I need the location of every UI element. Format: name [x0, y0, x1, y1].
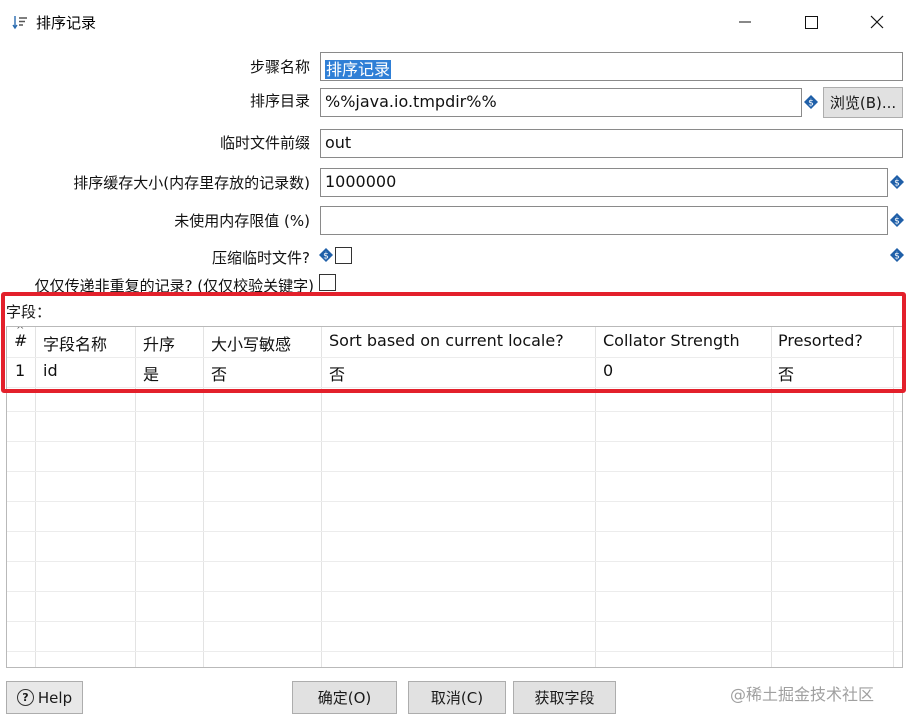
step-name-input[interactable]: 排序记录	[320, 52, 903, 81]
sort-dir-input[interactable]: %%java.io.tmpdir%%	[320, 88, 802, 117]
variable-icon[interactable]: $	[319, 248, 333, 262]
field-name-cell[interactable]: id	[43, 361, 58, 380]
maximize-button[interactable]	[788, 0, 834, 44]
svg-text:$: $	[894, 179, 900, 189]
step-name-label: 步骤名称	[249, 58, 310, 76]
temp-prefix-input[interactable]: out	[320, 129, 903, 158]
sort-icon	[12, 16, 27, 30]
browse-button[interactable]: 浏览(B)...	[823, 87, 903, 118]
variable-icon[interactable]: $	[890, 248, 904, 262]
close-icon	[870, 15, 884, 29]
fields-table[interactable]: ^ # 字段名称 升序 大小写敏感 Sort based on current …	[6, 326, 903, 668]
temp-prefix-label: 临时文件前缀	[219, 134, 310, 152]
column-header-index[interactable]: #	[14, 331, 27, 350]
row-line	[7, 357, 902, 358]
row-line	[7, 651, 902, 652]
help-button[interactable]: ? Help	[6, 681, 83, 714]
window-title: 排序记录	[36, 14, 97, 32]
row-line	[7, 501, 902, 502]
unique-rows-checkbox[interactable]	[319, 274, 336, 291]
row-line	[7, 471, 902, 472]
minimize-button[interactable]	[722, 0, 768, 44]
row-line	[7, 441, 902, 442]
variable-icon[interactable]: $	[890, 175, 904, 189]
help-icon: ?	[16, 689, 34, 706]
title-bar: 排序记录	[0, 0, 911, 44]
svg-text:$: $	[894, 217, 900, 227]
variable-icon[interactable]: $	[890, 213, 904, 227]
close-button[interactable]	[854, 0, 900, 44]
variable-icon[interactable]: $	[804, 95, 818, 109]
presorted-cell[interactable]: 否	[778, 361, 794, 385]
compress-checkbox[interactable]	[335, 247, 352, 264]
case-sensitive-cell[interactable]: 否	[211, 361, 227, 385]
column-header-locale[interactable]: Sort based on current locale?	[329, 331, 564, 350]
row-line	[7, 387, 902, 388]
row-index-cell[interactable]: 1	[15, 361, 25, 380]
sort-dir-label: 排序目录	[249, 92, 310, 110]
unique-rows-label: 仅仅传递非重复的记录? (仅仅校验关键字)	[34, 277, 314, 295]
column-divider	[322, 327, 596, 667]
ok-button[interactable]: 确定(O)	[292, 681, 397, 714]
collator-cell[interactable]: 0	[603, 361, 613, 380]
locale-cell[interactable]: 否	[329, 361, 345, 385]
column-header-case-sensitive[interactable]: 大小写敏感	[211, 331, 291, 355]
sort-size-label: 排序缓存大小(内存里存放的记录数)	[73, 174, 310, 192]
step-name-value: 排序记录	[325, 60, 392, 79]
help-label: Help	[37, 688, 73, 707]
row-line	[7, 621, 902, 622]
fields-label: 字段：	[6, 303, 52, 321]
maximize-icon	[804, 15, 818, 29]
cancel-button[interactable]: 取消(C)	[408, 681, 506, 714]
sort-size-input[interactable]: 1000000	[320, 168, 888, 197]
column-header-presorted[interactable]: Presorted?	[778, 331, 863, 350]
row-line	[7, 531, 902, 532]
column-header-field-name[interactable]: 字段名称	[43, 331, 107, 355]
row-line	[7, 591, 902, 592]
row-line	[7, 561, 902, 562]
row-line	[7, 411, 902, 412]
ascending-cell[interactable]: 是	[143, 361, 159, 385]
watermark: @稀土掘金技术社区	[730, 685, 875, 704]
svg-text:$: $	[323, 252, 329, 262]
free-memory-label: 未使用内存限值 (%)	[174, 212, 310, 230]
column-header-collator[interactable]: Collator Strength	[603, 331, 740, 350]
free-memory-input[interactable]	[320, 206, 888, 235]
svg-text:$: $	[808, 99, 814, 109]
column-header-ascending[interactable]: 升序	[143, 331, 175, 355]
svg-text:$: $	[894, 252, 900, 262]
compress-label: 压缩临时文件?	[212, 249, 310, 267]
column-divider	[596, 327, 772, 667]
minimize-icon	[739, 21, 751, 23]
get-fields-button[interactable]: 获取字段	[513, 681, 616, 714]
